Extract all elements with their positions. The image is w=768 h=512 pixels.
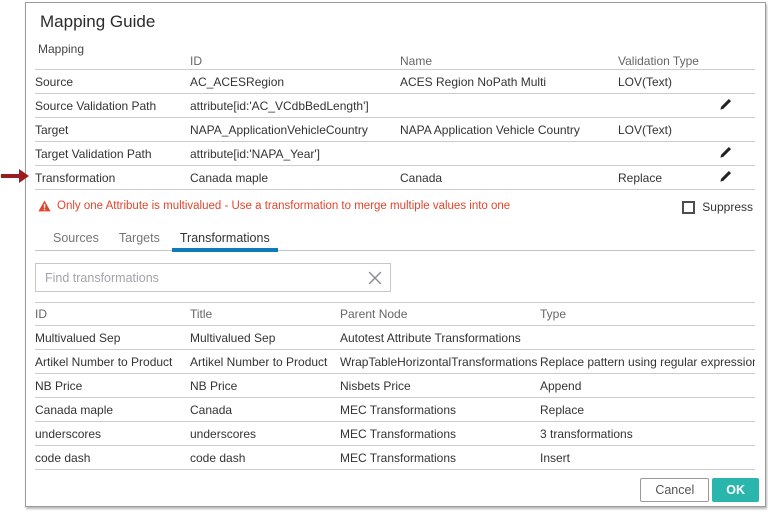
trans-row-title: Canada [190, 403, 340, 417]
search-input[interactable] [36, 264, 390, 291]
suppress-control: Suppress [682, 200, 753, 214]
transformation-row[interactable]: code dashcode dashMEC TransformationsIns… [35, 446, 755, 470]
mapping-table-row: SourceAC_ACESRegionACES Region NoPath Mu… [35, 70, 755, 94]
mapping-header-validation-type: Validation Type [618, 54, 718, 68]
cancel-button[interactable]: Cancel [640, 478, 709, 502]
mapping-row-id: AC_ACESRegion [190, 75, 400, 89]
mapping-row-label: Transformation [35, 171, 190, 185]
trans-row-type: Replace [540, 403, 755, 417]
mapping-guide-dialog: Mapping Guide Mapping ID Name Validation… [25, 2, 766, 507]
page-title: Mapping Guide [40, 12, 155, 32]
mapping-row-id: attribute[id:'AC_VCdbBedLength'] [190, 99, 400, 113]
search-box [35, 263, 391, 292]
pencil-icon[interactable] [718, 146, 755, 162]
suppress-label: Suppress [702, 200, 753, 214]
trans-row-id: NB Price [35, 379, 190, 393]
trans-row-id: Artikel Number to Product [35, 355, 190, 369]
trans-row-id: code dash [35, 451, 190, 465]
trans-header-type: Type [540, 307, 755, 321]
pencil-icon[interactable] [718, 98, 755, 114]
transformation-row[interactable]: underscoresunderscoresMEC Transformation… [35, 422, 755, 446]
mapping-row-id: NAPA_ApplicationVehicleCountry [190, 123, 400, 137]
trans-row-title: underscores [190, 427, 340, 441]
ok-button[interactable]: OK [712, 478, 759, 502]
trans-row-title: Artikel Number to Product [190, 355, 340, 369]
mapping-header-id: ID [190, 54, 400, 68]
warning-text: Only one Attribute is multivalued - Use … [57, 200, 510, 212]
transformation-row[interactable]: Canada mapleCanadaMEC TransformationsRep… [35, 398, 755, 422]
mapping-row-label: Source [35, 75, 190, 89]
mapping-header-name: Name [400, 54, 618, 68]
tab-transformations[interactable]: Transformations [172, 228, 278, 251]
tab-targets[interactable]: Targets [111, 228, 168, 251]
transformation-row[interactable]: Artikel Number to ProductArtikel Number … [35, 350, 755, 374]
trans-row-parent-node: Autotest Attribute Transformations [340, 331, 540, 345]
warning-triangle-icon [38, 200, 51, 212]
dialog-footer: Cancel OK [640, 478, 759, 502]
transformations-table-header: ID Title Parent Node Type [35, 303, 755, 326]
mapping-table-row: TransformationCanada mapleCanadaReplace [35, 166, 755, 190]
mapping-table-row: TargetNAPA_ApplicationVehicleCountryNAPA… [35, 118, 755, 142]
trans-row-parent-node: MEC Transformations [340, 403, 540, 417]
trans-row-type: Insert [540, 451, 755, 465]
trans-row-id: Multivalued Sep [35, 331, 190, 345]
trans-row-parent-node: MEC Transformations [340, 451, 540, 465]
trans-header-id: ID [35, 307, 190, 321]
trans-row-title: code dash [190, 451, 340, 465]
x-clear-icon[interactable] [368, 271, 382, 285]
mapping-row-name: Canada [400, 171, 618, 185]
mapping-row-label: Source Validation Path [35, 99, 190, 113]
trans-header-title: Title [190, 307, 340, 321]
mapping-table-header: ID Name Validation Type [35, 52, 755, 70]
mapping-table-rows: SourceAC_ACESRegionACES Region NoPath Mu… [35, 70, 755, 190]
trans-row-parent-node: WrapTableHorizontalTransformations [340, 355, 540, 369]
warning-message: Only one Attribute is multivalued - Use … [38, 200, 510, 212]
trans-row-title: Multivalued Sep [190, 331, 340, 345]
pencil-icon[interactable] [718, 170, 755, 186]
mapping-row-validation-type: Replace [618, 171, 718, 185]
mapping-row-label: Target [35, 123, 190, 137]
mapping-row-id: Canada maple [190, 171, 400, 185]
trans-row-id: Canada maple [35, 403, 190, 417]
mapping-table-row: Source Validation Pathattribute[id:'AC_V… [35, 94, 755, 118]
edit-cell-empty [718, 74, 755, 90]
edit-cell-empty [718, 122, 755, 138]
trans-row-type: Append [540, 379, 755, 393]
transformations-table: ID Title Parent Node Type Multivalued Se… [35, 302, 755, 470]
tab-sources[interactable]: Sources [45, 228, 107, 251]
trans-header-parent-node: Parent Node [340, 307, 540, 321]
trans-row-parent-node: Nisbets Price [340, 379, 540, 393]
mapping-row-validation-type: LOV(Text) [618, 123, 718, 137]
transformations-table-rows: Multivalued SepMultivalued SepAutotest A… [35, 326, 755, 470]
suppress-checkbox[interactable] [682, 201, 695, 214]
trans-row-type: 3 transformations [540, 427, 755, 441]
mapping-table-row: Target Validation Pathattribute[id:'NAPA… [35, 142, 755, 166]
mapping-row-validation-type: LOV(Text) [618, 75, 718, 89]
trans-row-title: NB Price [190, 379, 340, 393]
mapping-table: ID Name Validation Type SourceAC_ACESReg… [35, 52, 755, 190]
mapping-row-name: ACES Region NoPath Multi [400, 75, 618, 89]
trans-row-parent-node: MEC Transformations [340, 427, 540, 441]
mapping-row-id: attribute[id:'NAPA_Year'] [190, 147, 400, 161]
mapping-row-name: NAPA Application Vehicle Country [400, 123, 618, 137]
trans-row-type: Replace pattern using regular expression… [540, 355, 755, 369]
trans-row-id: underscores [35, 427, 190, 441]
transformation-row[interactable]: Multivalued SepMultivalued SepAutotest A… [35, 326, 755, 350]
tab-bar: SourcesTargetsTransformations [35, 228, 755, 251]
transformation-row[interactable]: NB PriceNB PriceNisbets PriceAppend [35, 374, 755, 398]
mapping-row-label: Target Validation Path [35, 147, 190, 161]
